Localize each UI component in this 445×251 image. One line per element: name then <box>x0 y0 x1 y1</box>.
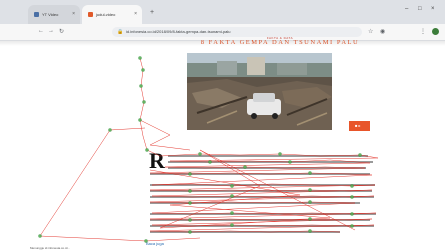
text-line <box>168 161 373 163</box>
text-line <box>150 225 374 227</box>
text-line <box>150 184 375 186</box>
text-line <box>150 173 370 175</box>
text-line <box>168 167 366 169</box>
tab-2-favicon <box>88 12 93 17</box>
tab-bar: YT Video × judul-video × + – □ × <box>0 0 445 24</box>
text-line <box>150 202 360 204</box>
reload-icon[interactable]: ↻ <box>59 28 64 35</box>
lock-icon: 🔒 <box>117 29 124 35</box>
close-icon[interactable]: × <box>134 11 137 17</box>
extension-icon[interactable]: ◉ <box>380 28 385 35</box>
text-line <box>150 190 372 192</box>
tab-1-favicon <box>34 12 39 17</box>
new-tab-icon[interactable]: + <box>150 9 154 16</box>
tab-2[interactable]: judul-video × <box>82 5 142 24</box>
profile-avatar[interactable] <box>432 28 439 35</box>
text-line <box>150 231 340 233</box>
minimize-icon[interactable]: – <box>405 6 408 12</box>
text-line <box>150 219 370 221</box>
tab-2-label: judul-video <box>96 12 116 17</box>
article-photo <box>187 53 332 130</box>
text-line <box>150 213 376 215</box>
window-close-icon[interactable]: × <box>431 6 435 12</box>
close-icon[interactable]: × <box>72 11 75 17</box>
tab-1-label: YT Video <box>42 12 59 17</box>
back-icon[interactable]: ← <box>38 28 44 34</box>
address-url: id.infonesia.co.id/2018/09/8-fakta-gempa… <box>126 29 231 34</box>
read-more-link[interactable]: Baca juga <box>146 241 164 246</box>
share-button-label: ■ ▸ <box>355 123 361 128</box>
text-line <box>168 155 368 157</box>
forward-icon[interactable]: → <box>48 28 54 34</box>
menu-icon[interactable]: ⋮ <box>420 28 426 35</box>
article-title: 8 FAKTA GEMPA DAN TSUNAMI PALU <box>200 39 360 46</box>
article-dropcap: R <box>149 148 165 173</box>
maximize-icon[interactable]: □ <box>418 6 422 12</box>
status-bar: Menunggu id.infonesia.co.id... <box>30 246 70 250</box>
tab-1[interactable]: YT Video × <box>28 5 80 24</box>
text-line <box>150 196 374 198</box>
share-button[interactable]: ■ ▸ <box>349 121 370 131</box>
star-icon[interactable]: ☆ <box>368 28 373 35</box>
